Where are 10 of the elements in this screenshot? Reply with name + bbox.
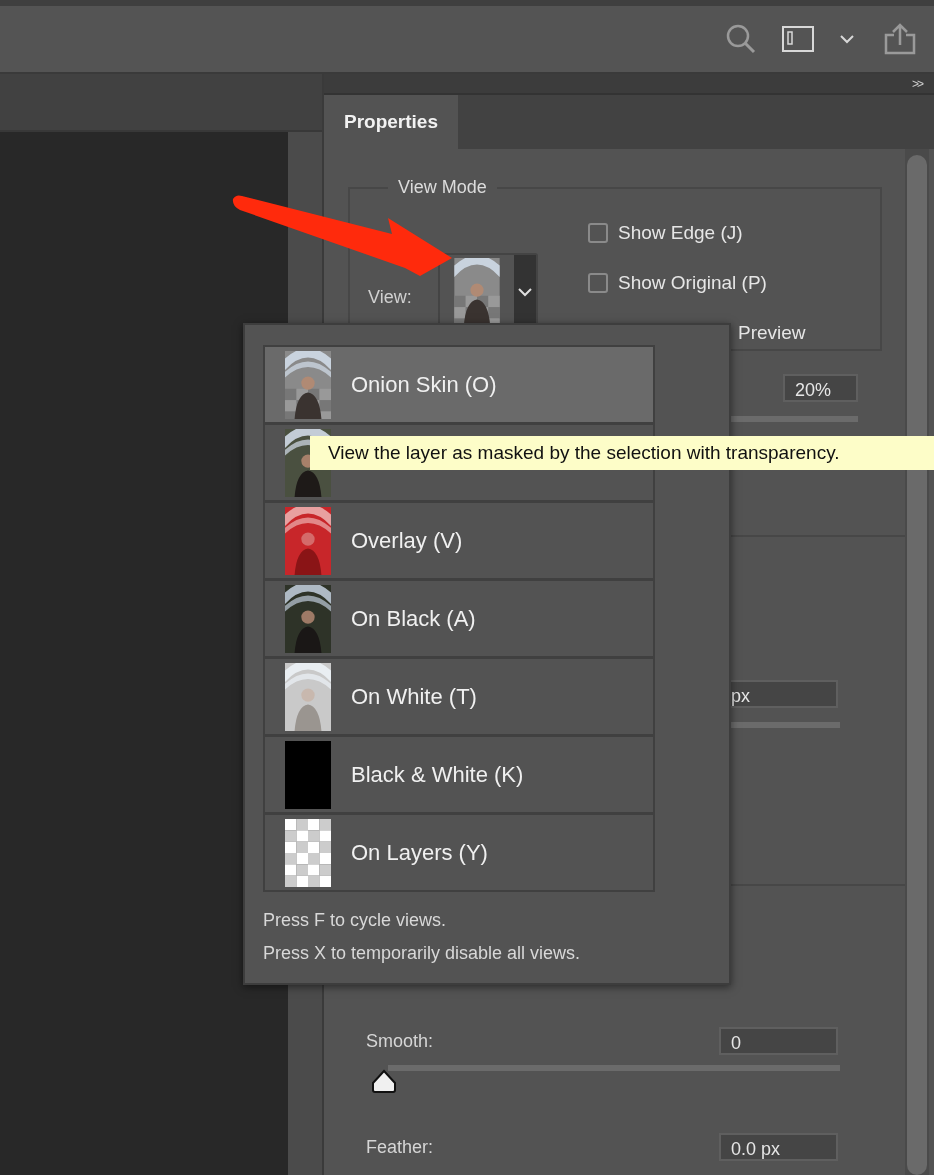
checkbox-label: Show Edge (J) — [618, 222, 743, 244]
view-label: View: — [368, 286, 413, 308]
checkbox-label: Preview — [738, 322, 806, 344]
feather-label: Feather: — [366, 1136, 434, 1158]
group-title: View Mode — [397, 177, 488, 198]
hint-text: Press F to cycle views. — [263, 910, 448, 931]
checkbox-label: Show Original (P) — [618, 272, 767, 294]
hint-text: Press X to temporarily disable all views. — [263, 943, 582, 964]
smooth-label: Smooth: — [366, 1030, 434, 1052]
tooltip: View the layer as masked by the selection with transparency. — [310, 436, 934, 470]
